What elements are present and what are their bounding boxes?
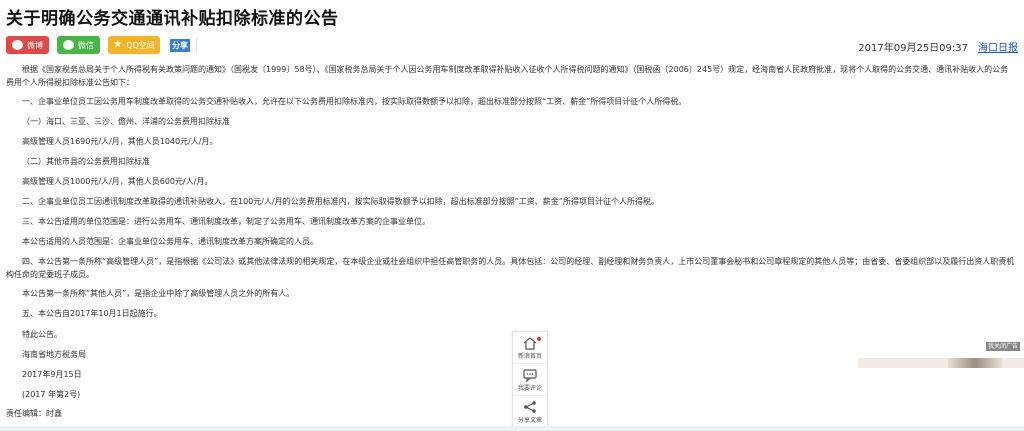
paragraph: 一、企事业单位员工因公务用车制度改革取得的公务交通补贴收入，允许在以下公务费用扣… xyxy=(22,97,687,106)
home-icon xyxy=(523,336,537,350)
paragraph: 根据《国家税务总局关于个人所得税有关政策问题的通知》（国税发〔1999〕58号）… xyxy=(6,65,1009,87)
share-weibo-label: 微博 xyxy=(27,40,43,50)
paragraph: 二、企事业单位员工因通讯制度改革取得的通讯补贴收入，在100元/人/月的公务费用… xyxy=(22,197,659,206)
share-article-label: 分享文章 xyxy=(517,417,542,424)
announcement-number: (2017 年第2号) xyxy=(22,390,81,399)
editor-credit: 责任编辑：时鑫 xyxy=(6,409,62,418)
share-more-button[interactable]: 分享 xyxy=(170,38,190,52)
comment-label: 我要评论 xyxy=(517,384,542,392)
paragraph: （二）其他市县的公务费用扣除标准 xyxy=(22,157,150,166)
paragraph: 本公告适用的人员范围是：企事业单位公务用车、通讯制度改革方案所确定的人员。 xyxy=(22,237,318,246)
source-link[interactable]: 海口日报 xyxy=(978,39,1018,54)
paragraph: 本公告第一条所称“其他人员”，是指企业中除了高级管理人员之外的所有人。 xyxy=(22,289,295,298)
divider xyxy=(196,38,197,52)
share-toolbar: 微博 微信 ★ QQ空间 分享 xyxy=(6,35,197,55)
paragraph: 三、本公告适用的单位范围是：进行公务用车、通讯制度改革，制定了公务用车、通讯制度… xyxy=(22,217,430,226)
paragraph: 五、本公告自2017年10月1日起施行。 xyxy=(22,309,162,318)
paragraph: 四、本公告第一条所称“高级管理人员”，是指根据《公司法》或其他法律法规的相关规定… xyxy=(6,257,1015,279)
paragraph: 高级管理人员1690元/人/月，其他人员1040元/人/月。 xyxy=(22,137,218,146)
article-title: 关于明确公务交通通讯补贴扣除标准的公告 xyxy=(6,9,339,29)
share-wechat-label: 微信 xyxy=(78,40,94,50)
comment-link[interactable]: 我要评论 xyxy=(513,364,547,396)
share-article-link[interactable]: 分享文章 xyxy=(513,396,547,428)
share-qzone-button[interactable]: ★ QQ空间 xyxy=(108,36,160,54)
article-meta: 2017年09月25日09:37 海口日报 xyxy=(858,39,1018,54)
signature-date: 2017年9月15日 xyxy=(22,370,82,379)
notification-dot xyxy=(537,337,541,341)
wechat-icon xyxy=(63,40,74,50)
comment-icon xyxy=(523,368,537,382)
share-wechat-button[interactable]: 微信 xyxy=(57,36,100,54)
home-label: 新浪首页 xyxy=(517,352,542,360)
floating-toolbar: 新浪首页 我要评论 分享文章 xyxy=(512,331,548,431)
ad-image[interactable] xyxy=(948,358,1002,368)
weibo-icon xyxy=(12,40,23,50)
bottom-edge xyxy=(0,426,1024,431)
paragraph: （一）海口、三亚、三沙、儋州、洋浦的公务费用扣除标准 xyxy=(22,117,230,126)
paragraph: 高级管理人员1000元/人/月，其他人员600元/人/月。 xyxy=(22,177,213,186)
publish-date: 2017年09月25日09:37 xyxy=(858,43,968,54)
close-ad-button[interactable]: 我关闭广告 xyxy=(986,342,1021,351)
paragraph: 特此公告。 xyxy=(22,330,62,339)
share-weibo-button[interactable]: 微博 xyxy=(6,36,49,54)
star-icon: ★ xyxy=(113,39,123,50)
share-icon xyxy=(524,401,536,413)
home-link[interactable]: 新浪首页 xyxy=(513,332,547,364)
share-qzone-label: QQ空间 xyxy=(126,40,155,50)
